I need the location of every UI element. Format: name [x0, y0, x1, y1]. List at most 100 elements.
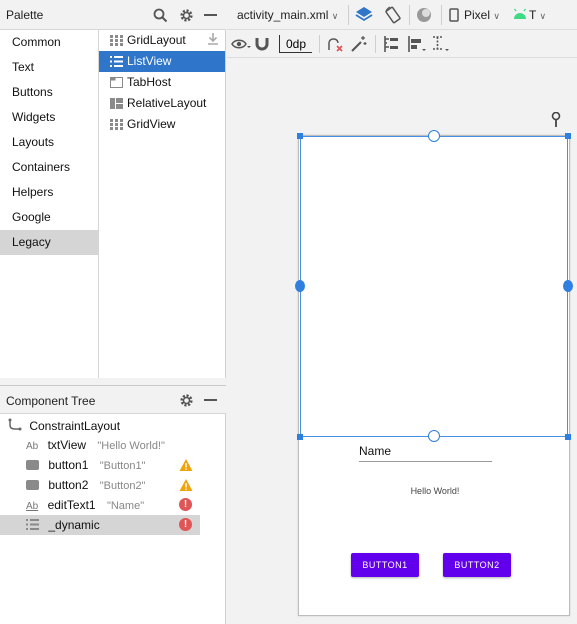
edit-text-icon: Ab: [26, 501, 39, 512]
guidelines-icon[interactable]: [431, 35, 451, 56]
chevron-down-icon: ∨: [539, 11, 547, 21]
divider: [348, 5, 349, 25]
divider: [319, 35, 320, 53]
api-selector[interactable]: T ∨: [529, 8, 546, 22]
device-selector[interactable]: Pixel ∨: [464, 8, 500, 22]
category-layouts[interactable]: Layouts: [0, 130, 98, 155]
component-tree-header: Component Tree: [0, 386, 226, 414]
component-listview[interactable]: ListView: [99, 51, 225, 72]
component-label: RelativeLayout: [127, 96, 207, 110]
resize-handle[interactable]: [565, 434, 571, 440]
selected-listview[interactable]: [300, 136, 568, 437]
component-gridview[interactable]: GridView: [99, 114, 225, 135]
tree-item-root[interactable]: ConstraintLayout: [0, 416, 200, 436]
minimize-icon[interactable]: [204, 14, 217, 16]
tree-item-label: ConstraintLayout: [29, 419, 121, 433]
download-icon[interactable]: [207, 32, 219, 53]
error-icon[interactable]: !: [179, 498, 192, 511]
category-helpers[interactable]: Helpers: [0, 180, 98, 205]
clear-constraints-icon[interactable]: [326, 35, 344, 56]
tree-item[interactable]: Ab editText1 "Name" !: [0, 495, 200, 515]
constraint-anchor-left[interactable]: [295, 280, 305, 292]
tree-item[interactable]: Ab txtView "Hello World!": [0, 435, 200, 455]
category-widgets[interactable]: Widgets: [0, 105, 98, 130]
divider: [441, 5, 442, 25]
layers-icon[interactable]: [354, 5, 374, 28]
category-buttons[interactable]: Buttons: [0, 80, 98, 105]
button-icon: [26, 480, 39, 490]
category-common[interactable]: Common: [0, 30, 98, 55]
tree-item-detail: "Button1": [99, 460, 146, 472]
tree-item[interactable]: button2 "Button2": [0, 475, 200, 495]
tree-item-label: _dynamic: [48, 518, 100, 532]
component-label: ListView: [127, 54, 172, 68]
magic-wand-icon[interactable]: [350, 35, 368, 56]
tree-item-label: txtView: [47, 438, 87, 452]
error-icon[interactable]: !: [179, 518, 192, 531]
tab-icon: [110, 77, 123, 88]
magnet-icon[interactable]: [255, 36, 269, 55]
button2[interactable]: BUTTON2: [443, 553, 511, 577]
category-google[interactable]: Google: [0, 205, 98, 230]
palette-panel: Palette Common Text Buttons Widgets Layo…: [0, 0, 226, 378]
tree-item-label: editText1: [47, 498, 96, 512]
grid-icon: [110, 119, 123, 130]
grid-icon: [110, 35, 123, 46]
device-name: Pixel: [464, 8, 491, 22]
pin-icon[interactable]: [550, 111, 562, 131]
palette-header: Palette: [0, 0, 226, 30]
button-icon: [26, 460, 39, 470]
resize-handle[interactable]: [297, 133, 303, 139]
divider: [375, 35, 376, 53]
component-tabhost[interactable]: TabHost: [99, 72, 225, 93]
hello-world-text[interactable]: Hello World!: [398, 486, 472, 496]
file-name: activity_main.xml: [237, 8, 329, 22]
name-edit-text[interactable]: Name: [359, 444, 492, 462]
tree-item-label: button1: [48, 458, 89, 472]
editor-toolbar: activity_main.xml ∨ Pixel ∨ T ∨: [227, 0, 577, 30]
resize-handle[interactable]: [565, 133, 571, 139]
minimize-icon[interactable]: [204, 399, 217, 401]
resize-handle[interactable]: [297, 434, 303, 440]
relative-layout-icon: [110, 98, 123, 109]
pack-icon[interactable]: [382, 35, 400, 56]
tree-item-detail: "Hello World!": [97, 440, 165, 452]
component-relativelayout[interactable]: RelativeLayout: [99, 93, 225, 114]
tree-item[interactable]: button1 "Button1": [0, 455, 200, 475]
constraint-anchor-top[interactable]: [428, 130, 440, 142]
button1[interactable]: BUTTON1: [351, 553, 419, 577]
theme-icon[interactable]: [415, 6, 433, 27]
list-icon: [110, 56, 123, 67]
category-legacy[interactable]: Legacy: [0, 230, 98, 255]
align-icon[interactable]: [407, 35, 427, 56]
constraint-anchor-right[interactable]: [563, 280, 573, 292]
file-selector[interactable]: activity_main.xml ∨: [237, 8, 338, 22]
divider: [409, 5, 410, 25]
component-label: GridLayout: [127, 33, 186, 47]
gear-icon[interactable]: [177, 6, 195, 24]
category-text[interactable]: Text: [0, 55, 98, 80]
tree-item-label: button2: [48, 478, 89, 492]
palette-components: GridLayout ListView TabHost RelativeLayo…: [99, 30, 226, 150]
tree-item[interactable]: _dynamic !: [0, 515, 200, 535]
constraint-layout-icon: [8, 418, 22, 431]
palette-categories: Common Text Buttons Widgets Layouts Cont…: [0, 30, 99, 378]
component-gridlayout[interactable]: GridLayout: [99, 30, 225, 51]
component-tree-title: Component Tree: [6, 394, 96, 408]
chevron-down-icon: ∨: [331, 11, 339, 21]
device-icon[interactable]: [449, 8, 459, 25]
layout-toolbar: 0dp: [227, 30, 577, 58]
orientation-icon[interactable]: [383, 5, 403, 28]
gear-icon[interactable]: [177, 391, 195, 409]
component-tree-panel: Component Tree ConstraintLayout Ab txtVi…: [0, 385, 226, 624]
warning-icon[interactable]: [179, 458, 193, 472]
default-margin-selector[interactable]: 0dp: [279, 35, 313, 53]
search-icon[interactable]: [151, 6, 169, 24]
eye-icon[interactable]: [231, 37, 251, 54]
chevron-down-icon: ∨: [493, 11, 500, 21]
component-label: GridView: [127, 117, 176, 131]
android-icon[interactable]: [513, 8, 527, 23]
category-containers[interactable]: Containers: [0, 155, 98, 180]
constraint-anchor-bottom[interactable]: [428, 430, 440, 442]
warning-icon[interactable]: [179, 478, 193, 492]
